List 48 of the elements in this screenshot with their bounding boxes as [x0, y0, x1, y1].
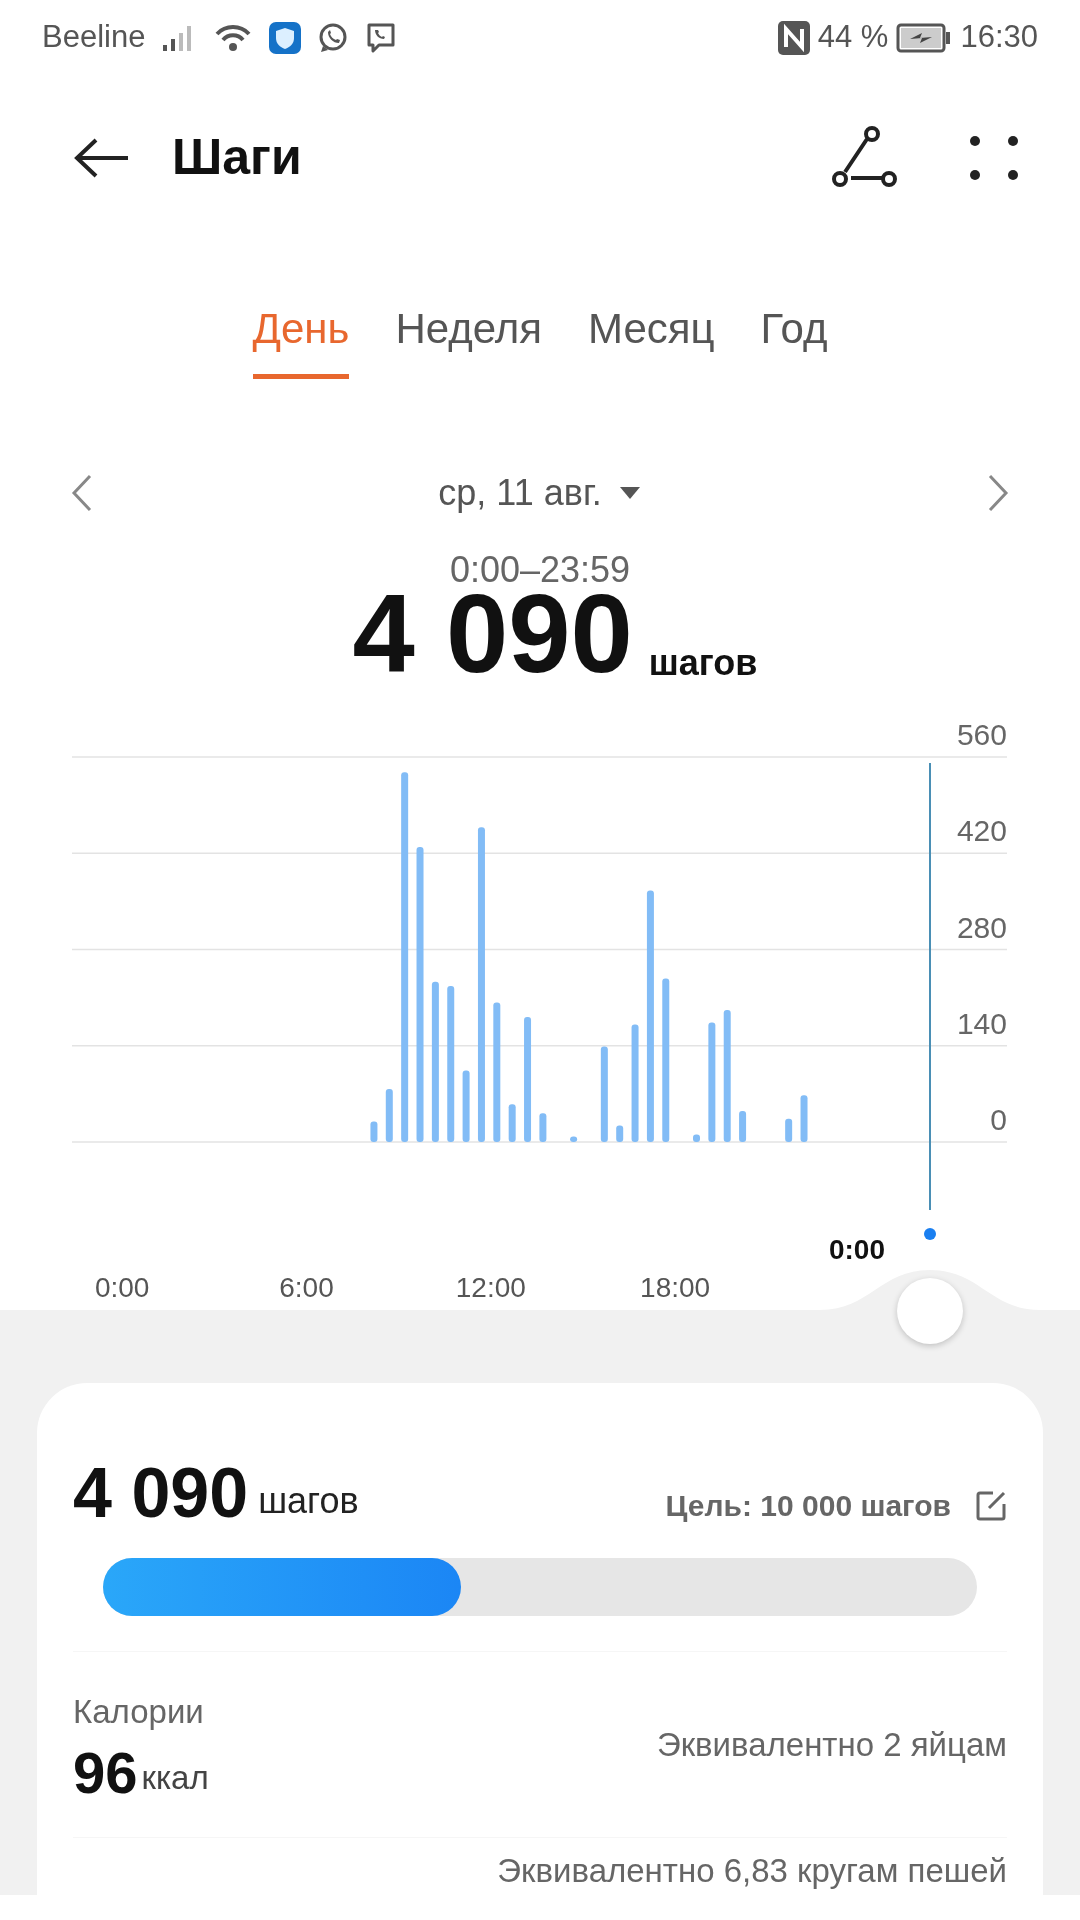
goal-text: Цель: 10 000 шагов	[665, 1488, 951, 1524]
calories-unit: ккал	[141, 1757, 209, 1798]
chart-bar	[370, 1121, 378, 1142]
nfc-icon	[777, 20, 810, 55]
slider-handle[interactable]	[897, 1278, 963, 1344]
chart-bar	[785, 1118, 793, 1142]
date-dropdown[interactable]: ср, 11 авг.	[438, 465, 642, 520]
caret-icon	[617, 484, 642, 501]
clock: 16:30	[960, 18, 1038, 57]
axis-label: 12:00	[455, 1272, 526, 1303]
axis-label: 140	[956, 1006, 1007, 1040]
chart-bar	[739, 1111, 747, 1142]
chart-bar	[693, 1134, 700, 1142]
axis-label: 0	[990, 1103, 1007, 1136]
period-tab[interactable]: Год	[760, 296, 828, 379]
steps-count: 4 090	[73, 1458, 249, 1528]
chart-bar	[570, 1136, 578, 1142]
axis-label: 420	[956, 814, 1007, 848]
battery-percent: 44 %	[817, 18, 889, 57]
axis-label: 0:00	[94, 1272, 150, 1303]
shield-app-icon	[269, 21, 302, 54]
calories-value: 96	[73, 1744, 138, 1803]
period-tab[interactable]: Неделя	[395, 296, 542, 379]
cursor-dot	[924, 1228, 936, 1240]
edit-button[interactable]	[975, 1489, 1007, 1522]
page-title: Шаги	[172, 128, 302, 187]
calories-equivalent: Эквивалентно 2 яйцам	[656, 1724, 1007, 1765]
axis-label: 560	[956, 718, 1007, 751]
chart-bar	[800, 1095, 808, 1142]
steps-unit: шагов	[258, 1479, 359, 1523]
chart-bar	[616, 1125, 624, 1142]
chart-bar	[508, 1104, 516, 1142]
axis-label: 280	[956, 910, 1007, 944]
steps-unit: шагов	[648, 641, 758, 685]
calories-label: Калории	[73, 1691, 205, 1732]
chart-bar	[539, 1113, 547, 1142]
next-day-button[interactable]	[986, 472, 1010, 513]
chart-bar	[462, 1070, 470, 1142]
previous-day-button[interactable]	[70, 472, 94, 513]
axis-label: 6:00	[279, 1272, 334, 1303]
axis-label: 18:00	[640, 1272, 711, 1303]
distance-equivalent: Эквивалентно 6,83 кругам пешей	[497, 1851, 1007, 1891]
cursor-time: 0:00	[829, 1234, 885, 1265]
chart-bar	[385, 1089, 393, 1142]
more-menu-button[interactable]	[968, 133, 1020, 182]
battery-charging-icon	[896, 22, 953, 53]
carrier-name: Beeline	[42, 18, 146, 57]
period-tab[interactable]: Месяц	[587, 296, 715, 379]
